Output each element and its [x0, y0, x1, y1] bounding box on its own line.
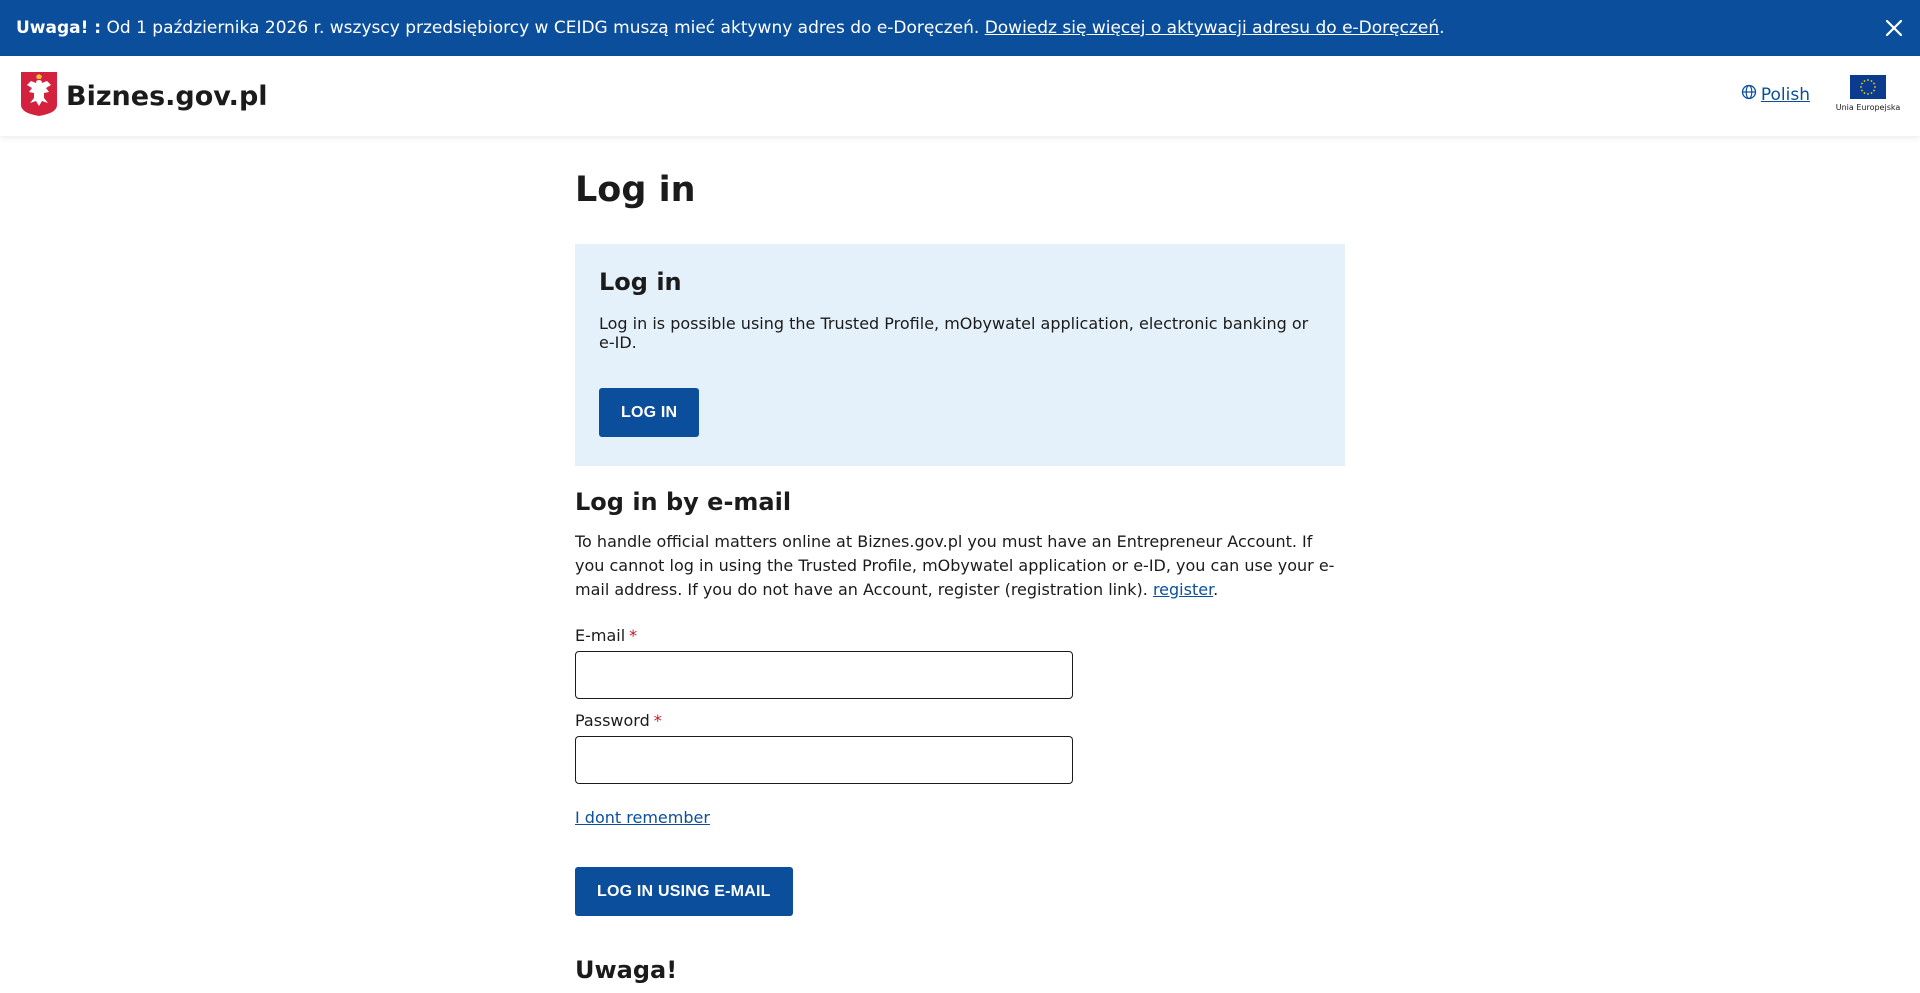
email-section-heading: Log in by e-mail — [575, 488, 792, 516]
email-field[interactable] — [575, 651, 1073, 699]
close-icon[interactable] — [1880, 14, 1908, 42]
banner-message: Od 1 października 2026 r. wszyscy przeds… — [101, 18, 980, 38]
email-field-group: E-mail * — [575, 626, 1345, 699]
banner-link[interactable]: Dowiedz się więcej o aktywacji adresu do… — [985, 18, 1439, 38]
password-field-group: Password * — [575, 711, 1345, 784]
register-link[interactable]: register — [1153, 580, 1213, 599]
password-field[interactable] — [575, 736, 1073, 784]
login-box-heading: Log in — [599, 268, 682, 296]
site-logo[interactable]: Biznes.gov.pl — [20, 71, 268, 121]
banner-text: Uwaga! : Od 1 października 2026 r. wszys… — [16, 18, 1445, 38]
description-text: To handle official matters online at Biz… — [575, 532, 1335, 599]
required-mark: * — [653, 711, 662, 730]
language-label: Polish — [1760, 84, 1810, 105]
eu-label: Unia Europejska — [1835, 103, 1901, 112]
banner-bold: Uwaga! : — [16, 18, 102, 38]
email-login-section: Log in by e-mail To handle official matt… — [575, 488, 1345, 984]
login-box-text: Log in is possible using the Trusted Pro… — [599, 314, 1309, 352]
main-content: Log in Log in Log in is possible using t… — [575, 170, 1345, 993]
eu-flag-icon — [1850, 75, 1886, 99]
required-mark: * — [629, 626, 638, 645]
page-title: Log in — [575, 170, 696, 210]
banner-suffix: . — [1439, 18, 1445, 38]
password-label: Password * — [575, 711, 1345, 730]
notification-banner: Uwaga! : Od 1 października 2026 r. wszys… — [0, 0, 1920, 56]
site-header: Biznes.gov.pl Polish Unia Europejska — [0, 56, 1920, 136]
log-in-email-button[interactable]: LOG IN USING E-MAIL — [575, 867, 793, 916]
login-box: Log in Log in is possible using the Trus… — [575, 244, 1345, 466]
password-label-text: Password — [575, 711, 650, 730]
forgot-password-link[interactable]: I dont remember — [575, 808, 710, 827]
email-section-description: To handle official matters online at Biz… — [575, 530, 1345, 602]
eu-logo: Unia Europejska — [1836, 75, 1900, 112]
email-label: E-mail * — [575, 626, 1345, 645]
globe-icon — [1741, 84, 1757, 105]
email-label-text: E-mail — [575, 626, 626, 645]
logo-text: Biznes.gov.pl — [66, 80, 268, 112]
language-switcher[interactable]: Polish — [1741, 84, 1810, 105]
warning-heading: Uwaga! — [575, 956, 678, 984]
polish-eagle-icon — [20, 71, 58, 121]
description-end: . — [1213, 580, 1219, 599]
log-in-button[interactable]: LOG IN — [599, 388, 700, 437]
